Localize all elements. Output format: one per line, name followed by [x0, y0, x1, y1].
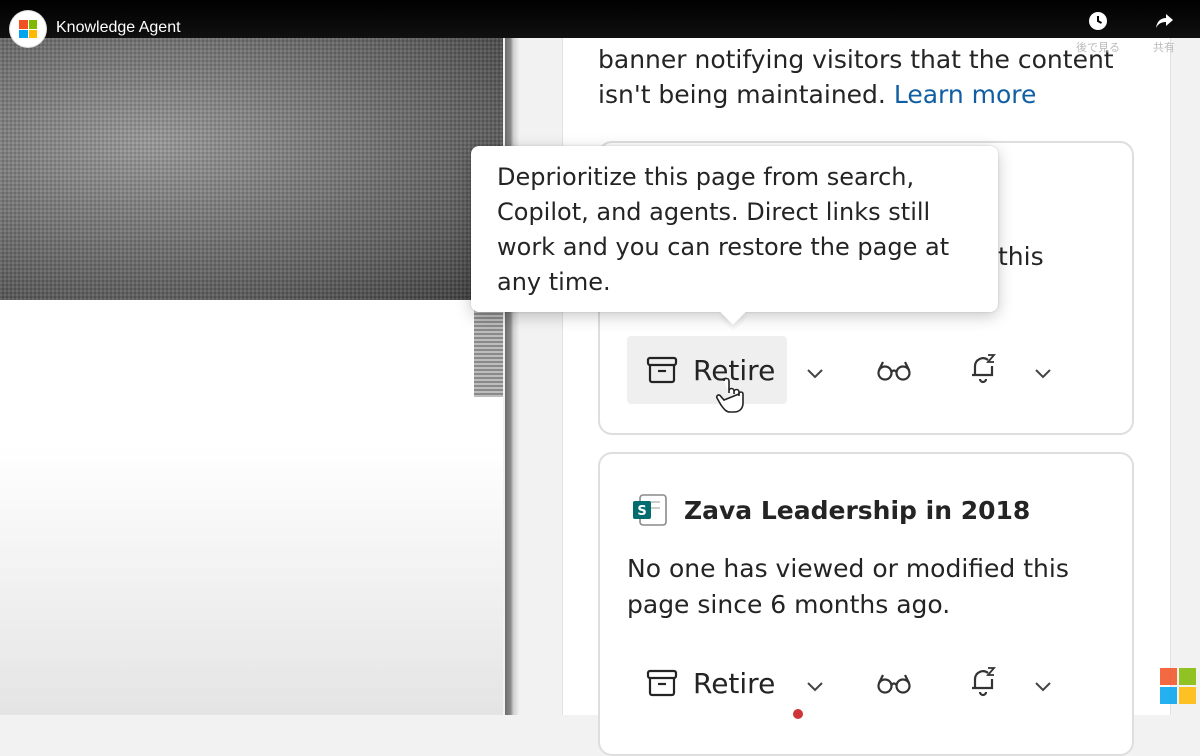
card-actions: Retire [600, 649, 1132, 719]
learn-more-link[interactable]: Learn more [894, 80, 1037, 109]
archive-icon [646, 356, 678, 384]
glasses-icon [877, 361, 911, 381]
channel-avatar[interactable] [10, 11, 46, 47]
video-title[interactable]: Knowledge Agent [56, 19, 181, 37]
window-divider [505, 38, 519, 715]
snooze-button[interactable] [962, 659, 1006, 703]
review-button[interactable] [872, 661, 916, 705]
fabric-strip-image [474, 300, 503, 397]
tooltip-text: Deprioritize this page from search, Copi… [497, 163, 950, 296]
microsoft-watermark-icon [1160, 668, 1196, 704]
page-card: S Zava Leadership in 2018 No one has vie… [598, 452, 1134, 756]
retire-button[interactable]: Retire [627, 649, 787, 717]
watch-later-label: 後で見る [1076, 41, 1120, 54]
chevron-down-icon[interactable] [1032, 675, 1054, 697]
card-actions: Retire [600, 336, 1132, 406]
watch-later-button[interactable]: 後で見る [1068, 10, 1128, 55]
card-description-partial: this [998, 242, 1044, 271]
hand-cursor-icon [715, 378, 744, 413]
share-arrow-icon [1156, 14, 1173, 28]
snooze-button[interactable] [962, 346, 1006, 390]
retire-button[interactable]: Retire [627, 336, 787, 404]
card-description: No one has viewed or modified this page … [627, 554, 1069, 619]
card-title[interactable]: Zava Leadership in 2018 [684, 496, 1030, 525]
retire-label: Retire [693, 666, 776, 700]
fabric-background-image [0, 38, 503, 300]
chevron-down-icon[interactable] [1032, 362, 1054, 384]
intro-text: banner notifying visitors that the conte… [598, 42, 1118, 112]
sharepoint-file-icon: S [633, 494, 667, 526]
svg-text:S: S [637, 504, 646, 519]
clock-icon [1089, 12, 1107, 30]
snooze-bell-icon [972, 667, 996, 697]
share-label: 共有 [1153, 41, 1175, 54]
snooze-bell-icon [972, 354, 996, 384]
share-button[interactable]: 共有 [1134, 10, 1194, 55]
chevron-down-icon[interactable] [804, 675, 826, 697]
review-button[interactable] [872, 348, 916, 392]
chevron-down-icon[interactable] [804, 362, 826, 384]
microsoft-logo-icon [19, 20, 37, 38]
glasses-icon [877, 674, 911, 694]
progress-dot [793, 709, 803, 719]
video-top-bar: Knowledge Agent 後で見る 共有 [0, 0, 1200, 54]
left-white-area [0, 300, 503, 715]
retire-tooltip: Deprioritize this page from search, Copi… [471, 146, 998, 325]
archive-icon [646, 669, 678, 697]
